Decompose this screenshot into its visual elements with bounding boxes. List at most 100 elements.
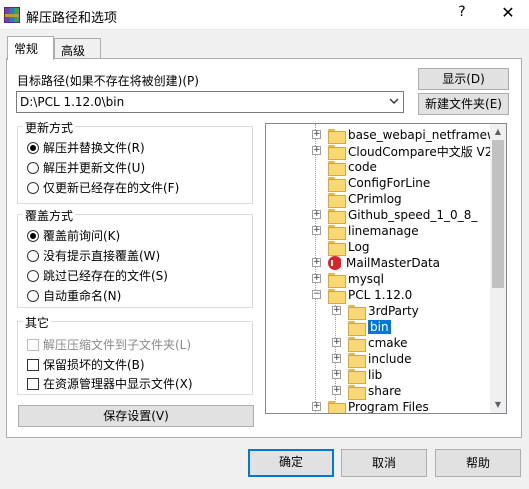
tree-item[interactable]: + share <box>332 383 402 400</box>
tab-advanced[interactable]: 高级 <box>54 38 101 60</box>
tree-item[interactable]: CPrimlog <box>328 191 402 208</box>
collapse-icon[interactable]: − <box>312 290 321 299</box>
tree-item-label: PCL 1.12.0 <box>348 288 413 302</box>
tree-item[interactable]: Log <box>328 239 370 256</box>
radio-fresh-existing[interactable]: 仅更新已经存在的文件(F) <box>27 179 179 196</box>
tab-general[interactable]: 常规 <box>7 36 54 60</box>
expand-icon[interactable]: + <box>312 130 321 139</box>
radio-overwrite-without-prompt[interactable]: 没有提示直接覆盖(W) <box>27 247 160 264</box>
expand-icon[interactable]: + <box>332 338 341 347</box>
tree-item[interactable]: ConfigForLine <box>328 175 431 192</box>
update-mode-title: 更新方式 <box>23 119 76 136</box>
folder-icon <box>328 224 346 240</box>
checkbox-indicator <box>27 358 39 371</box>
radio-indicator <box>27 161 39 174</box>
tree-item[interactable]: + Github_speed_1_0_8_ <box>312 207 478 224</box>
radio-indicator <box>27 141 39 154</box>
tree-item-label: bin <box>368 320 391 334</box>
show-button[interactable]: 显示(D) <box>418 68 509 90</box>
expand-icon[interactable]: + <box>312 226 321 235</box>
folder-icon <box>328 192 346 208</box>
cancel-button[interactable]: 取消 <box>341 449 427 477</box>
tree-item[interactable]: + mysql <box>312 271 384 288</box>
tree-item-label: ConfigForLine <box>348 176 431 190</box>
radio-extract-update[interactable]: 解压并更新文件(U) <box>27 159 145 176</box>
expand-icon[interactable]: + <box>312 146 321 155</box>
tree-item[interactable]: + MailMasterData <box>312 255 441 271</box>
tree-item-label: share <box>368 384 402 398</box>
tree-item[interactable]: + lib <box>332 367 382 384</box>
tree-item-label: Program Files <box>348 400 429 414</box>
tree-item[interactable]: code <box>328 159 377 176</box>
tree-item-label: mysql <box>348 272 384 286</box>
close-icon[interactable]: ✕ <box>496 3 520 22</box>
scrollbar-thumb[interactable] <box>492 140 504 288</box>
tree-item-selected[interactable]: bin <box>348 319 391 336</box>
folder-icon <box>348 384 366 400</box>
folder-icon <box>348 368 366 384</box>
folder-tree[interactable]: + base_webapi_netframework-d + CloudComp… <box>265 123 507 414</box>
tree-scrollbar[interactable]: ▲ ▼ <box>490 124 506 413</box>
window-title: 解压路径和选项 <box>26 11 118 26</box>
checkbox-indicator <box>27 377 39 390</box>
tree-item[interactable]: + 3rdParty <box>332 303 419 320</box>
tree-item-label: CPrimlog <box>348 192 402 206</box>
folder-icon <box>328 240 346 256</box>
radio-skip-existing[interactable]: 跳过已经存在的文件(S) <box>27 267 168 284</box>
radio-ask-before-overwrite[interactable]: 覆盖前询问(K) <box>27 227 120 244</box>
checkbox-label: 在资源管理器中显示文件(X) <box>43 377 193 391</box>
expand-icon[interactable]: + <box>332 370 341 379</box>
tree-item[interactable]: + CloudCompare中文版 V2.11.3 <box>312 143 506 160</box>
folder-icon <box>328 272 346 288</box>
radio-indicator <box>27 181 39 194</box>
folder-icon <box>328 208 346 224</box>
radio-label: 解压并替换文件(R) <box>43 141 145 155</box>
expand-icon[interactable]: + <box>332 354 341 363</box>
radio-extract-replace[interactable]: 解压并替换文件(R) <box>27 139 145 156</box>
expand-icon[interactable]: + <box>312 274 321 283</box>
expand-icon[interactable]: + <box>312 402 321 411</box>
expand-icon[interactable]: + <box>332 306 341 315</box>
radio-indicator <box>27 229 39 242</box>
scroll-down-icon[interactable]: ▼ <box>490 397 506 413</box>
radio-indicator <box>27 269 39 282</box>
checkbox-keep-broken-files[interactable]: 保留损坏的文件(B) <box>27 356 145 373</box>
checkbox-label: 保留损坏的文件(B) <box>43 358 145 372</box>
chevron-down-icon[interactable] <box>389 96 399 106</box>
radio-auto-rename[interactable]: 自动重命名(N) <box>27 287 121 304</box>
expand-icon[interactable]: + <box>312 258 321 267</box>
tree-item[interactable]: + Program Files <box>312 399 429 414</box>
winrar-app-icon <box>4 7 20 23</box>
ok-button[interactable]: 确定 <box>248 449 334 477</box>
tree-item-label: Github_speed_1_0_8_ <box>348 208 478 222</box>
radio-label: 跳过已经存在的文件(S) <box>43 269 168 283</box>
target-path-value: D:\PCL 1.12.0\bin <box>20 95 125 109</box>
tree-item-label: MailMasterData <box>346 256 441 270</box>
folder-icon <box>348 336 366 352</box>
tree-item[interactable]: + linemanage <box>312 223 419 240</box>
radio-label: 仅更新已经存在的文件(F) <box>43 181 180 195</box>
tree-item-label: Log <box>348 240 370 254</box>
mailmaster-icon <box>328 256 343 270</box>
folder-icon <box>328 144 346 160</box>
save-settings-button[interactable]: 保存设置(V) <box>18 405 254 427</box>
expand-icon[interactable]: + <box>312 210 321 219</box>
checkbox-show-in-explorer[interactable]: 在资源管理器中显示文件(X) <box>27 375 193 392</box>
title-bar: 解压路径和选项 ? ✕ <box>0 0 529 30</box>
tree-item[interactable]: + include <box>332 351 411 368</box>
target-path-label: 目标路径(如果不存在将被创建)(P) <box>17 74 199 88</box>
target-path-combo[interactable]: D:\PCL 1.12.0\bin <box>16 91 404 113</box>
radio-label: 自动重命名(N) <box>43 289 122 303</box>
tree-item-label: cmake <box>368 336 408 350</box>
radio-label: 没有提示直接覆盖(W) <box>43 249 161 263</box>
tree-item[interactable]: − PCL 1.12.0 <box>312 287 413 304</box>
radio-indicator <box>27 249 39 262</box>
tree-item[interactable]: + base_webapi_netframework-d <box>312 127 506 144</box>
expand-icon[interactable]: + <box>332 386 341 395</box>
help-title-button[interactable]: ? <box>452 4 472 20</box>
new-folder-button[interactable]: 新建文件夹(E) <box>418 93 509 115</box>
tree-item[interactable]: + cmake <box>332 335 408 352</box>
checkbox-label: 解压压缩文件到子文件夹(L) <box>43 338 192 352</box>
scroll-up-icon[interactable]: ▲ <box>490 124 506 140</box>
help-button[interactable]: 帮助 <box>435 449 521 477</box>
